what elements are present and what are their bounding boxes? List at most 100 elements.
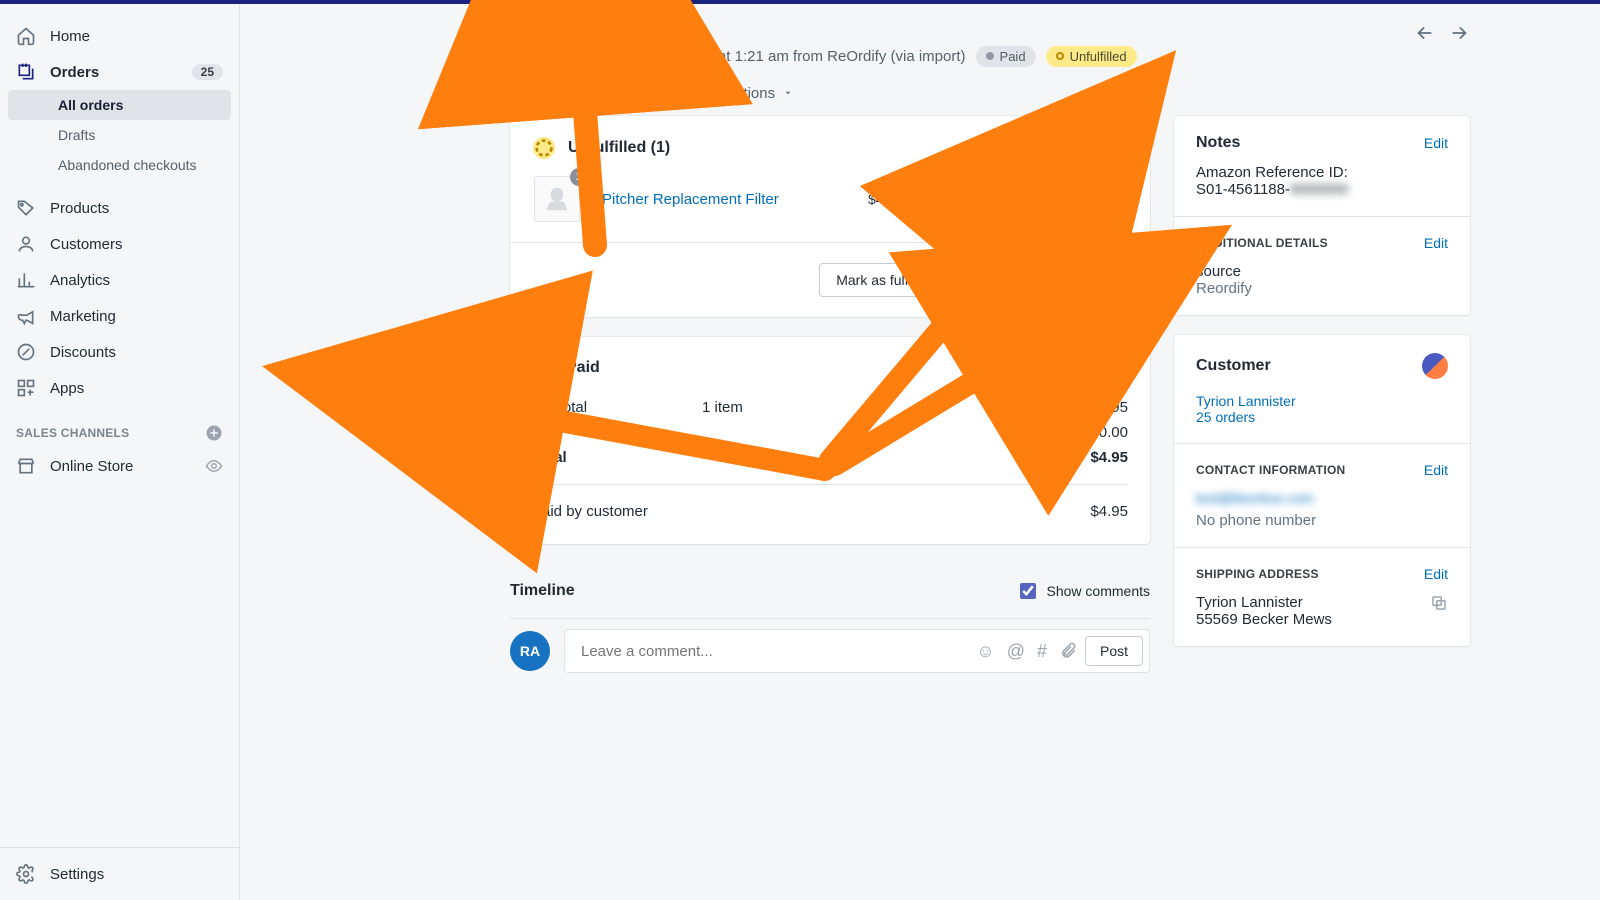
product-link[interactable]: Pitcher Replacement Filter — [602, 191, 779, 208]
order-subtitle: October 20, 2020 at 1:21 am from ReOrdif… — [598, 48, 966, 65]
nav-analytics[interactable]: Analytics — [0, 262, 239, 298]
copy-address-icon[interactable] — [1430, 594, 1448, 612]
hash-icon[interactable]: # — [1037, 641, 1047, 662]
customer-orders-link[interactable]: 25 orders — [1196, 409, 1448, 425]
detail-value: Reordify — [1196, 280, 1448, 297]
paid-by-customer-label: Paid by customer — [532, 503, 648, 520]
subtotal-label: Subtotal — [532, 399, 702, 416]
eye-icon[interactable] — [205, 457, 223, 475]
more-actions[interactable]: More actions — [689, 85, 793, 102]
shipping-title: SHIPPING ADDRESS — [1196, 567, 1319, 581]
next-order[interactable] — [1448, 22, 1470, 44]
paid-by-customer-value: $4.95 — [1090, 503, 1128, 520]
print-action[interactable]: Print — [510, 84, 567, 102]
ship-line1: 55569 Becker Mews — [1196, 611, 1430, 628]
customer-avatar-icon — [1422, 353, 1448, 379]
nav-analytics-label: Analytics — [50, 272, 110, 289]
contact-email[interactable]: test@blurrbox.com — [1196, 490, 1448, 506]
discount-icon — [16, 342, 36, 362]
nav-apps[interactable]: Apps — [0, 370, 239, 406]
notes-ref-value: S01-4561188-0000000 — [1196, 181, 1448, 198]
tag-icon — [16, 198, 36, 218]
detail-key: source — [1196, 263, 1448, 280]
page-title: #1092 — [510, 40, 588, 72]
details-edit[interactable]: Edit — [1424, 235, 1448, 251]
apps-icon — [16, 378, 36, 398]
nav-discounts-label: Discounts — [50, 344, 116, 361]
unfulfilled-card: Unfulfilled (1) 1 Pitcher Replacement Fi… — [510, 116, 1150, 317]
tax-label: Tax — [532, 424, 702, 441]
customer-name-link[interactable]: Tyrion Lannister — [1196, 393, 1448, 409]
analytics-icon — [16, 270, 36, 290]
subtotal-items: 1 item — [702, 399, 822, 416]
nav-products[interactable]: Products — [0, 190, 239, 226]
comment-box: ☺ @ # Post — [564, 629, 1150, 673]
nav-settings[interactable]: Settings — [0, 847, 239, 900]
attach-icon[interactable] — [1059, 642, 1077, 660]
orders-icon — [16, 62, 36, 82]
store-icon — [16, 456, 36, 476]
refund-action[interactable]: Refund — [591, 84, 665, 102]
user-icon — [16, 234, 36, 254]
nav-drafts[interactable]: Drafts — [8, 120, 231, 150]
sales-channels-label: SALES CHANNELS — [0, 406, 239, 448]
status-unfulfilled-badge: Unfulfilled — [1046, 46, 1137, 67]
status-paid-badge: Paid — [976, 46, 1036, 67]
caret-down-icon — [783, 88, 793, 98]
show-comments-checkbox[interactable]: Show comments — [1016, 580, 1150, 602]
nav-home[interactable]: Home — [0, 18, 239, 54]
refund-icon — [591, 84, 609, 102]
unit-price: $4.95 — [868, 191, 903, 207]
nav-customers[interactable]: Customers — [0, 226, 239, 262]
check-circle-icon — [532, 357, 554, 379]
contact-edit[interactable]: Edit — [1424, 462, 1448, 478]
breadcrumb-back[interactable]: Orders — [510, 18, 569, 34]
tax-value: $0.00 — [1090, 424, 1128, 441]
shipping-edit[interactable]: Edit — [1424, 566, 1448, 582]
nav-customers-label: Customers — [50, 236, 123, 253]
mark-fulfilled-button[interactable]: Mark as fulfilled — [819, 263, 950, 297]
emoji-icon[interactable]: ☺ — [976, 641, 994, 662]
subtotal-value: $4.95 — [1090, 399, 1128, 416]
notes-ref-label: Amazon Reference ID: — [1196, 164, 1448, 181]
add-channel-icon[interactable] — [205, 424, 223, 442]
nav-discounts[interactable]: Discounts — [0, 334, 239, 370]
ship-name: Tyrion Lannister — [1196, 594, 1430, 611]
paid-card: Paid Subtotal1 item$4.95 Tax$0.00 Total$… — [510, 337, 1150, 544]
timeline-title: Timeline — [510, 582, 575, 600]
nav-abandoned[interactable]: Abandoned checkouts — [8, 150, 231, 180]
post-comment-button[interactable]: Post — [1085, 636, 1143, 666]
customer-card: Customer Tyrion Lannister 25 orders CONT… — [1174, 335, 1470, 646]
nav-marketing-label: Marketing — [50, 308, 116, 325]
contact-title: CONTACT INFORMATION — [1196, 463, 1345, 477]
create-shipping-button[interactable]: Create shipping label — [962, 263, 1128, 297]
unfulfilled-ring-icon — [532, 136, 556, 160]
line-item: 1 Pitcher Replacement Filter $4.95 × 1 $… — [532, 160, 1128, 222]
prev-order[interactable] — [1414, 22, 1436, 44]
nav-settings-label: Settings — [50, 866, 104, 883]
home-icon — [16, 26, 36, 46]
orders-count-badge: 25 — [192, 64, 223, 80]
additional-details-title: ADDITIONAL DETAILS — [1196, 236, 1328, 250]
user-avatar: RA — [510, 631, 550, 671]
qty: 1 — [927, 191, 935, 207]
nav-home-label: Home — [50, 28, 90, 45]
line-qty-badge: 1 — [570, 168, 588, 186]
contact-phone: No phone number — [1196, 512, 1448, 529]
nav-marketing[interactable]: Marketing — [0, 298, 239, 334]
paid-title: Paid — [532, 357, 1128, 379]
chevron-left-icon — [510, 21, 520, 31]
notes-edit[interactable]: Edit — [1424, 135, 1448, 151]
customer-title: Customer — [1196, 357, 1271, 375]
megaphone-icon — [16, 306, 36, 326]
nav-all-orders[interactable]: All orders — [8, 90, 231, 120]
nav-online-store-label: Online Store — [50, 458, 133, 475]
timeline-section: Timeline Show comments RA — [510, 564, 1150, 673]
total-value: $4.95 — [1090, 449, 1128, 466]
mention-icon[interactable]: @ — [1007, 641, 1025, 662]
comment-input[interactable] — [579, 642, 976, 661]
nav-products-label: Products — [50, 200, 109, 217]
notes-card: Notes Edit Amazon Reference ID: S01-4561… — [1174, 116, 1470, 315]
nav-orders[interactable]: Orders 25 — [0, 54, 239, 90]
nav-online-store[interactable]: Online Store — [0, 448, 239, 484]
